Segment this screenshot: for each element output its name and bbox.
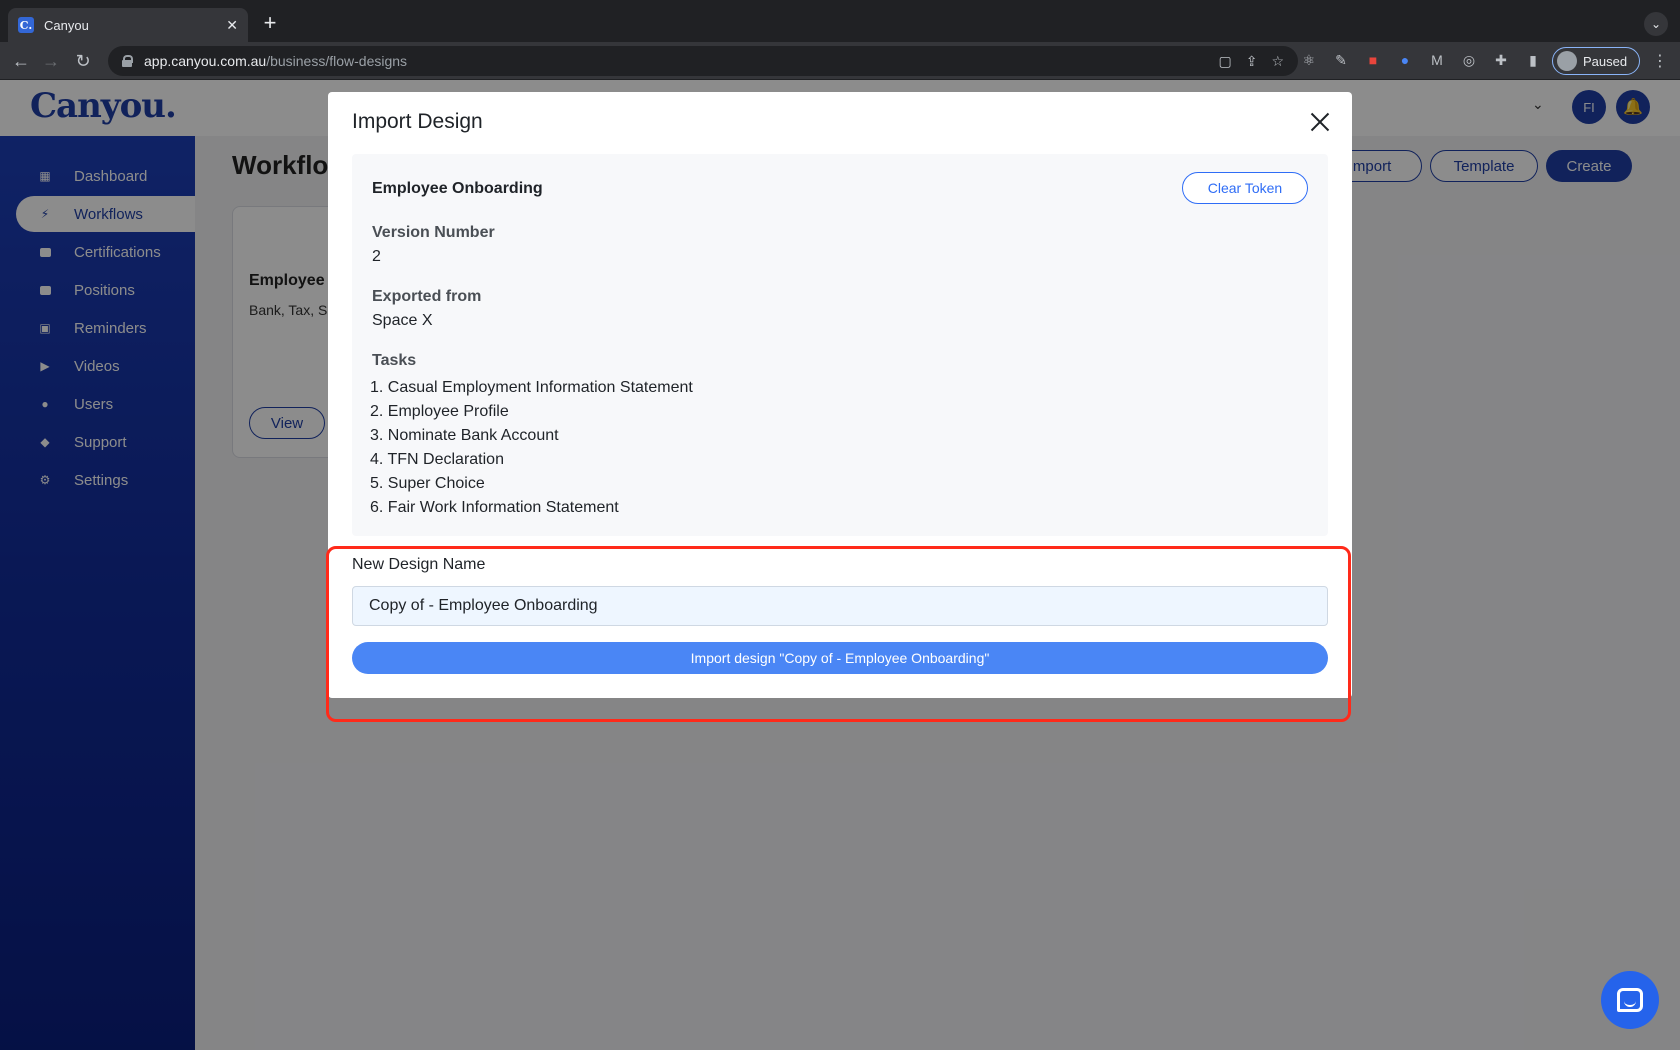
url-path: /business/flow-designs (266, 53, 408, 69)
profile-chip[interactable]: Paused (1552, 47, 1640, 75)
canyou-favicon-icon: C. (18, 17, 34, 33)
modal-title: Import Design (352, 110, 483, 133)
list-item: 4. TFN Declaration (370, 451, 504, 468)
clipboard-icon[interactable]: ▢ (1218, 53, 1231, 70)
forward-arrow-icon[interactable]: → (40, 50, 62, 72)
new-design-name-input[interactable] (352, 586, 1328, 626)
list-item: 6. Fair Work Information Statement (370, 499, 619, 516)
list-item: 2. Employee Profile (370, 403, 509, 420)
address-bar[interactable]: app.canyou.com.au/business/flow-designs … (108, 46, 1298, 76)
browser-menu-icon[interactable]: ⋮ (1652, 51, 1668, 71)
extensions-bar: ⚛ ✎ ■ ● M ◎ ✚ ▮ (1300, 51, 1542, 69)
close-icon[interactable] (1308, 110, 1332, 134)
version-number-label: Version Number (372, 224, 495, 241)
grammar-extension-icon[interactable]: ◎ (1460, 51, 1478, 69)
new-design-name-label: New Design Name (352, 556, 486, 573)
share-icon[interactable]: ⇪ (1246, 53, 1258, 70)
pen-extension-icon[interactable]: ✎ (1332, 51, 1350, 69)
list-item: 3. Nominate Bank Account (370, 427, 559, 444)
exported-from-value: Space X (372, 312, 433, 329)
chat-icon (1617, 988, 1643, 1012)
react-devtools-icon[interactable]: ⚛ (1300, 51, 1318, 69)
tab-title: Canyou (44, 17, 89, 33)
side-panel-icon[interactable]: ▮ (1524, 51, 1542, 69)
task-list: 1. Casual Employment Information Stateme… (370, 376, 693, 520)
gmail-extension-icon[interactable]: M (1428, 51, 1446, 69)
tab-search-chevron-icon[interactable]: ⌄ (1644, 12, 1668, 36)
bookmark-star-icon[interactable]: ☆ (1271, 53, 1284, 70)
blue-extension-icon[interactable]: ● (1396, 51, 1414, 69)
lock-icon[interactable] (122, 55, 133, 67)
back-arrow-icon[interactable]: ← (10, 50, 32, 72)
clear-token-button[interactable]: Clear Token (1182, 172, 1308, 204)
puzzle-extensions-icon[interactable]: ✚ (1492, 51, 1510, 69)
reload-icon[interactable]: ↻ (72, 50, 94, 72)
tab-close-icon[interactable]: ✕ (226, 17, 238, 34)
import-design-button[interactable]: Import design "Copy of - Employee Onboar… (352, 642, 1328, 674)
browser-tab[interactable]: C. Canyou ✕ (8, 8, 248, 42)
browser-tab-bar: C. Canyou ✕ + ⌄ (0, 0, 1680, 42)
list-item: 1. Casual Employment Information Stateme… (370, 379, 693, 396)
exported-from-label: Exported from (372, 288, 482, 305)
browser-toolbar: ← → ↻ app.canyou.com.au/business/flow-de… (0, 42, 1680, 80)
tasks-label: Tasks (372, 352, 417, 369)
pdf-extension-icon[interactable]: ■ (1364, 51, 1382, 69)
version-number-value: 2 (372, 248, 381, 265)
design-info-panel: Employee Onboarding Clear Token Version … (352, 154, 1328, 536)
design-name: Employee Onboarding (372, 180, 543, 197)
list-item: 5. Super Choice (370, 475, 485, 492)
import-design-modal: Import Design Employee Onboarding Clear … (328, 92, 1352, 698)
chat-launcher-button[interactable] (1601, 971, 1659, 1029)
new-tab-plus-icon[interactable]: + (258, 12, 282, 36)
profile-status: Paused (1583, 53, 1628, 69)
profile-avatar-icon (1557, 51, 1577, 71)
url-host: app.canyou.com.au (144, 53, 267, 69)
